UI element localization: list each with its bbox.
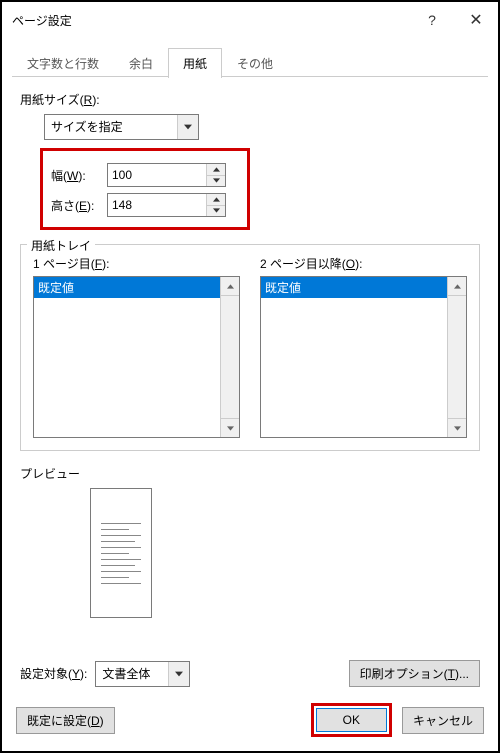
preview-label: プレビュー <box>20 465 480 482</box>
ok-button-highlight: OK <box>311 703 392 737</box>
dialog-body: 用紙サイズ(R): サイズを指定 幅(W): <box>2 77 498 693</box>
width-input[interactable] <box>108 164 206 186</box>
first-page-tray-label: 1 ページ目(F): <box>33 255 240 272</box>
tab-paper[interactable]: 用紙 <box>168 48 222 78</box>
tab-grid[interactable]: 文字数と行数 <box>12 48 114 78</box>
chevron-down-icon <box>177 115 198 139</box>
page-setup-dialog: ページ設定 ? ✕ 文字数と行数 余白 用紙 その他 用紙サイズ(R): サイズ… <box>0 0 500 753</box>
paper-size-label: 用紙サイズ(R): <box>20 91 480 108</box>
list-item[interactable]: 既定値 <box>261 277 447 298</box>
paper-size-value: サイズを指定 <box>45 115 177 139</box>
preview-pane <box>90 488 152 618</box>
scrollbar[interactable] <box>447 277 466 437</box>
height-input[interactable] <box>108 194 206 216</box>
paper-tray-legend: 用紙トレイ <box>27 237 95 254</box>
first-page-tray-listbox[interactable]: 既定値 <box>33 276 240 438</box>
tab-bar: 文字数と行数 余白 用紙 その他 <box>12 46 488 77</box>
width-spinner[interactable] <box>107 163 226 187</box>
tab-margins[interactable]: 余白 <box>114 48 168 78</box>
height-label: 高さ(E): <box>51 197 107 214</box>
other-pages-tray-label: 2 ページ目以降(O): <box>260 255 467 272</box>
apply-to-combobox[interactable]: 文書全体 <box>95 661 190 687</box>
height-down-button[interactable] <box>207 206 225 217</box>
width-up-button[interactable] <box>207 164 225 176</box>
chevron-down-icon <box>168 662 189 686</box>
width-down-button[interactable] <box>207 176 225 187</box>
scroll-down-icon[interactable] <box>221 418 239 437</box>
paper-tray-group: 用紙トレイ 1 ページ目(F): 既定値 <box>20 244 480 451</box>
height-spinner[interactable] <box>107 193 226 217</box>
close-button[interactable]: ✕ <box>454 2 498 38</box>
list-item[interactable]: 既定値 <box>34 277 220 298</box>
dialog-footer: 既定に設定(D) OK キャンセル <box>2 693 498 751</box>
window-title: ページ設定 <box>12 12 410 29</box>
height-up-button[interactable] <box>207 194 225 206</box>
width-label: 幅(W): <box>51 167 107 184</box>
other-pages-tray-listbox[interactable]: 既定値 <box>260 276 467 438</box>
scroll-up-icon[interactable] <box>221 277 239 296</box>
apply-to-label: 設定対象(Y): <box>20 665 87 682</box>
scroll-down-icon[interactable] <box>448 418 466 437</box>
titlebar: ページ設定 ? ✕ <box>2 2 498 38</box>
ok-button[interactable]: OK <box>316 708 387 732</box>
print-options-button[interactable]: 印刷オプション(T)... <box>349 660 480 687</box>
set-default-button[interactable]: 既定に設定(D) <box>16 707 115 734</box>
paper-size-combobox[interactable]: サイズを指定 <box>44 114 199 140</box>
tab-other[interactable]: その他 <box>222 48 288 78</box>
scroll-up-icon[interactable] <box>448 277 466 296</box>
preview-page-icon <box>101 499 141 607</box>
apply-to-value: 文書全体 <box>96 662 168 686</box>
size-fields-highlight: 幅(W): 高さ(E): <box>40 148 250 230</box>
help-button[interactable]: ? <box>410 2 454 38</box>
cancel-button[interactable]: キャンセル <box>402 707 484 734</box>
scrollbar[interactable] <box>220 277 239 437</box>
